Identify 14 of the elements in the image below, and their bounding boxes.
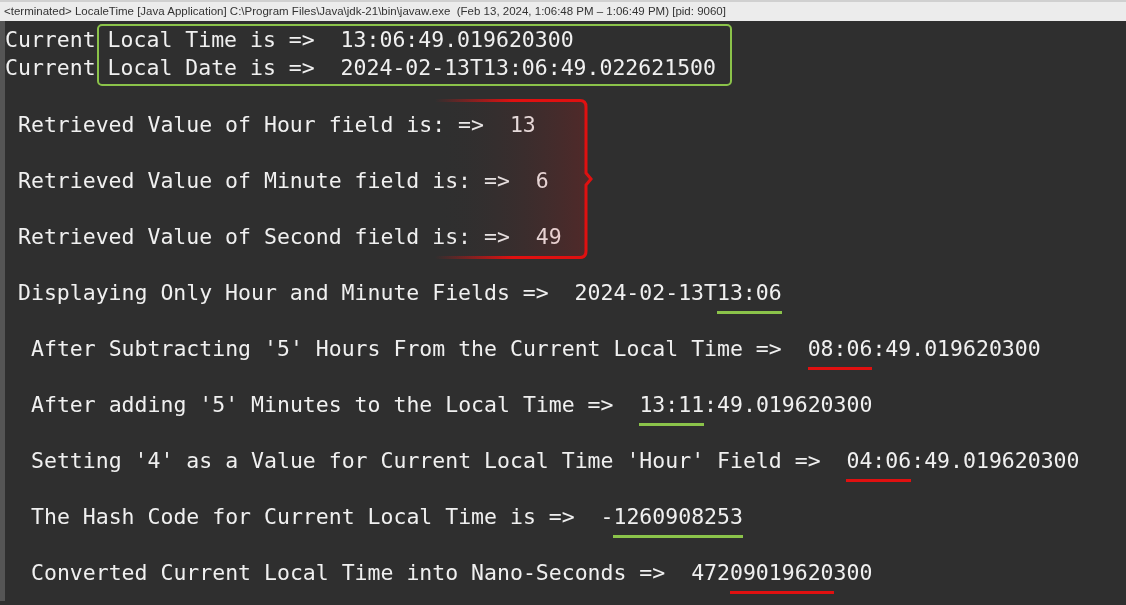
console-header: <terminated> LocaleTime [Java Application] C:\Program Files\Java\jdk-21\bin\javaw.exe (Feb 13, 2024, 1:06:48 PM – 1:06:49 PM) [pid: 9060] (0, 0, 1126, 21)
console-text: Displaying Only Hour and Minute Fields => 2024-02-13T13:06 (18, 280, 782, 314)
console-text: Local Date is => 2024-02-13T13:06:49.022621500 (107, 54, 716, 82)
console-text: The Hash Code for Current Local Time is => -1260908253 (31, 504, 743, 538)
console-text: Setting '4' as a Value for Current Local Time 'Hour' Field => 04:06:49.019620300 (31, 448, 1080, 482)
console-text: After adding '5' Minutes to the Local Time => 13:11:49.019620300 (31, 392, 873, 426)
console-text: After Subtracting '5' Hours From the Current Local Time => 08:06:49.019620300 (31, 336, 1041, 370)
console-text: Current (5, 54, 96, 82)
console-text: Retrieved Value of Hour field is: => 13 (18, 112, 536, 137)
console-text: Local Time is => 13:06:49.019620300 (107, 26, 575, 54)
console-text: Current (5, 26, 96, 54)
console-text: Retrieved Value of Second field is: => 49 (18, 224, 562, 249)
console-text: Converted Current Local Time into Nano-Seconds => 47209019620300 (31, 560, 873, 594)
console-text: Retrieved Value of Minute field is: => 6 (18, 168, 549, 193)
